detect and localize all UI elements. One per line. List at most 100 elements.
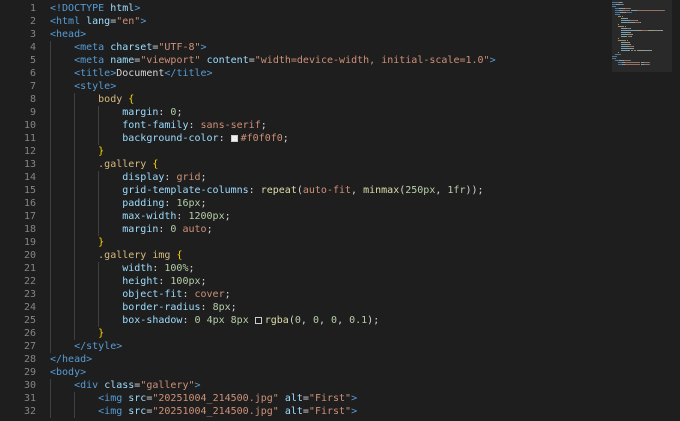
code-token: } xyxy=(98,328,105,339)
code-line[interactable]: 8 body { xyxy=(0,93,604,106)
code-line[interactable]: 17 max-width: 1200px; xyxy=(0,210,604,223)
code-line[interactable]: 9 margin: 0; xyxy=(0,106,604,119)
code-editor[interactable]: 1 <!DOCTYPE html> 2 <html lang="en"> 3 <head>… xyxy=(0,0,604,421)
indent-guide xyxy=(98,197,100,210)
code-line[interactable]: 2 <html lang="en"> xyxy=(0,15,604,28)
indent-guide xyxy=(50,67,51,80)
code-token: ; xyxy=(200,198,207,209)
indent-guide xyxy=(98,275,100,288)
code-line[interactable]: 7 <style> xyxy=(0,80,604,93)
code-line[interactable]: 29 <body> xyxy=(0,366,604,379)
line-number: 23 xyxy=(23,289,36,300)
indent-guide xyxy=(50,119,51,132)
code-token: 250px xyxy=(405,185,436,196)
code-token: { xyxy=(128,94,135,105)
code-token: margin xyxy=(122,107,159,118)
code-line[interactable]: 15 grid-template-columns: repeat(auto-fit… xyxy=(0,184,604,197)
line-number: 10 xyxy=(23,120,36,131)
indent-guide xyxy=(74,392,76,405)
code-text: background-color: #f0f0f0; xyxy=(122,132,289,145)
code-line[interactable]: 16 padding: 16px; xyxy=(0,197,604,210)
code-text: <style> xyxy=(74,80,116,93)
code-line[interactable]: 1 <!DOCTYPE html> xyxy=(0,2,604,15)
indent-guide xyxy=(74,145,76,158)
code-token: : xyxy=(182,289,195,300)
code-line[interactable]: 31 <img src="20251004_214500.jpg" alt="Fi… xyxy=(0,392,604,405)
code-token: 100% xyxy=(164,263,189,274)
code-text: <img src="20251004_214500.jpg" alt="Firs… xyxy=(98,392,357,405)
code-text: height: 100px; xyxy=(122,275,206,288)
code-token: display xyxy=(122,172,165,183)
indent-guide xyxy=(74,314,76,327)
code-line[interactable]: 18 margin: 0 auto; xyxy=(0,223,604,236)
code-line[interactable]: 32 <img src="20251004_214500.jpg" alt="Fi… xyxy=(0,405,604,418)
indent-guide xyxy=(50,392,51,405)
code-token: cover xyxy=(194,289,225,300)
code-text: margin: 0; xyxy=(122,106,182,119)
line-number: 30 xyxy=(23,380,36,391)
code-token: , xyxy=(318,315,332,326)
code-token: ; xyxy=(282,133,289,144)
line-number: 11 xyxy=(23,133,36,144)
indent-guide xyxy=(98,314,100,327)
indent-guide xyxy=(74,184,76,197)
code-token: alt xyxy=(284,406,303,417)
code-line[interactable]: 6 <title>Document</title> xyxy=(0,67,604,80)
code-token: > xyxy=(200,42,207,53)
code-line[interactable]: 24 border-radius: 8px; xyxy=(0,301,604,314)
code-line[interactable]: 23 object-fit: cover; xyxy=(0,288,604,301)
code-line[interactable]: 28 </head> xyxy=(0,353,604,366)
indent-guide xyxy=(98,119,100,132)
code-line[interactable]: 22 height: 100px; xyxy=(0,275,604,288)
minimap-slider[interactable] xyxy=(612,0,672,72)
code-token: ; xyxy=(260,120,267,131)
code-line[interactable]: 4 <meta charset="UTF-8"> xyxy=(0,41,604,54)
code-text: max-width: 1200px; xyxy=(122,210,230,223)
code-token: <meta xyxy=(74,42,111,53)
code-token: } xyxy=(98,237,105,248)
line-number: 1 xyxy=(29,3,36,14)
code-line[interactable]: 21 width: 100%; xyxy=(0,262,604,275)
code-line[interactable]: 19} xyxy=(0,236,604,249)
code-line[interactable]: 26} xyxy=(0,327,604,340)
indent-guide xyxy=(74,223,76,236)
code-text: object-fit: cover; xyxy=(122,288,230,301)
code-text: border-radius: 8px; xyxy=(122,301,236,314)
code-token: </head> xyxy=(50,354,93,365)
code-line[interactable]: 13 .gallery { xyxy=(0,158,604,171)
indent-guide xyxy=(98,132,100,145)
indent-guide xyxy=(74,197,76,210)
code-line[interactable]: 14 display: grid; xyxy=(0,171,604,184)
code-line[interactable]: 10 font-family: sans-serif; xyxy=(0,119,604,132)
indent-guide xyxy=(74,132,76,145)
color-swatch-icon[interactable] xyxy=(230,135,238,142)
code-text: <body> xyxy=(50,366,86,379)
indent-guide xyxy=(98,171,100,184)
code-line[interactable]: 11 background-color: #f0f0f0; xyxy=(0,132,604,145)
indent-guide xyxy=(50,262,51,275)
line-number: 5 xyxy=(29,55,36,66)
line-number: 9 xyxy=(29,107,36,118)
code-token: <title> xyxy=(74,68,117,79)
indent-guide xyxy=(50,223,51,236)
indent-guide xyxy=(50,249,51,262)
code-line[interactable]: 5 <meta name="viewport" content="width=de… xyxy=(0,54,604,67)
code-line[interactable]: 30 <div class="gallery"> xyxy=(0,379,604,392)
code-token: "20251004_214500.jpg" xyxy=(152,406,279,417)
code-line[interactable]: 20 .gallery img { xyxy=(0,249,604,262)
code-text: width: 100%; xyxy=(122,262,194,275)
line-number: 28 xyxy=(23,354,36,365)
code-token: , xyxy=(337,315,350,326)
color-swatch-icon[interactable] xyxy=(254,317,262,324)
code-text: display: grid; xyxy=(122,171,206,184)
code-line[interactable]: 27 </style> xyxy=(0,340,604,353)
line-number: 4 xyxy=(29,42,36,53)
code-line[interactable]: 3 <head> xyxy=(0,28,604,41)
line-number: 18 xyxy=(23,224,36,235)
code-text: <head> xyxy=(50,28,86,41)
line-number: 7 xyxy=(29,81,36,92)
code-line[interactable]: 12} xyxy=(0,145,604,158)
code-line[interactable]: 25 box-shadow: 0 4px 8px rgba(0, 0, 0, 0.… xyxy=(0,314,604,327)
line-number: 27 xyxy=(23,341,36,352)
indent-guide xyxy=(74,171,76,184)
